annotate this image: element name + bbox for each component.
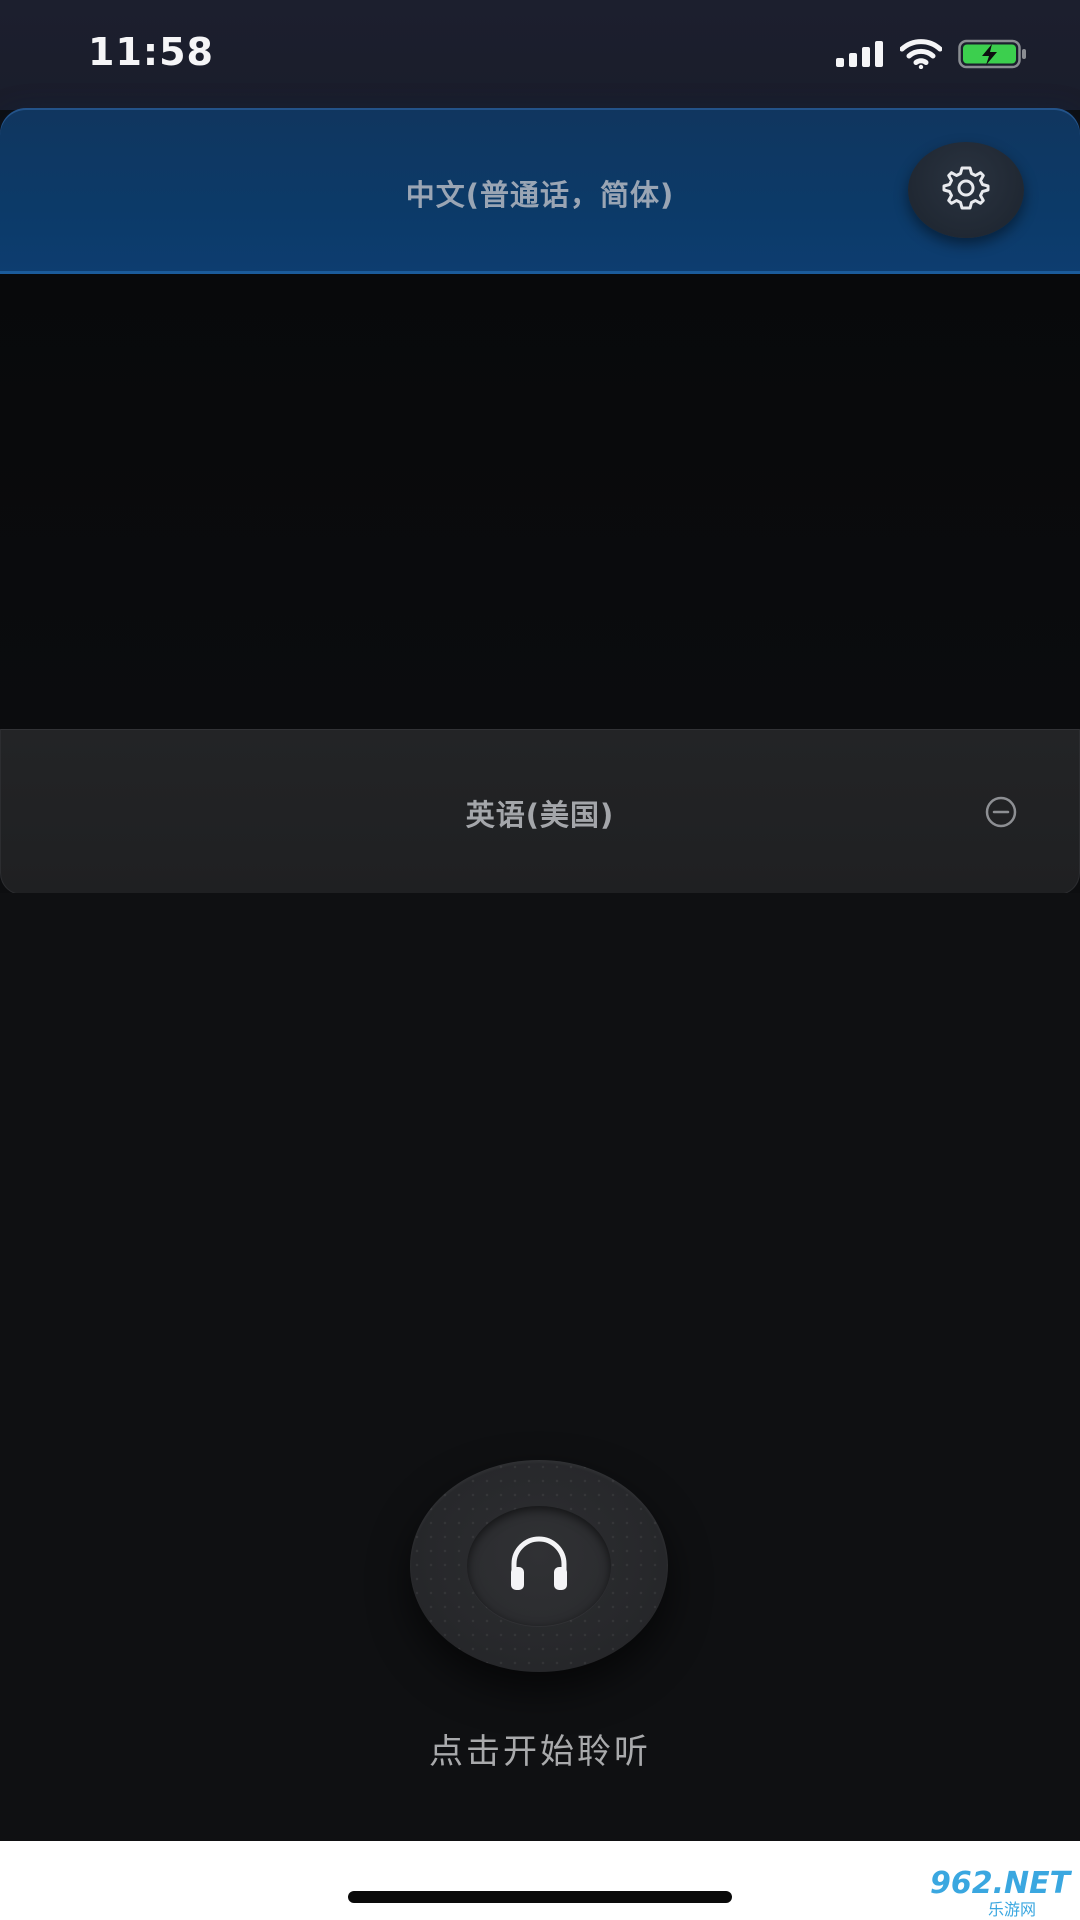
app-screen: 11:58 中文(普通话，简体) 英语(美国) 点击开始聆听 962.NET 乐… (0, 0, 1080, 1920)
gear-icon (942, 164, 990, 216)
start-listening-button[interactable] (410, 1460, 668, 1672)
listen-button-core[interactable] (467, 1506, 611, 1626)
minus-circle-icon (985, 796, 1017, 832)
listen-caption: 点击开始聆听 (429, 1732, 651, 1772)
target-language-label[interactable]: 英语(美国) (1, 792, 1079, 834)
home-indicator-area (0, 1841, 1080, 1920)
watermark-logo: 962.NET 乐游网 (926, 1864, 1076, 1919)
source-language-header[interactable]: 中文(普通话，简体) (0, 108, 1080, 274)
status-bar: 11:58 (0, 0, 1080, 110)
headphones-icon (506, 1536, 572, 1596)
translation-area (0, 893, 1080, 1841)
target-language-bar[interactable]: 英语(美国) (0, 729, 1080, 895)
battery-charging-icon (958, 38, 1028, 74)
signal-icon (836, 41, 884, 71)
wifi-icon (899, 39, 943, 73)
settings-button[interactable] (908, 142, 1024, 238)
status-time: 11:58 (88, 30, 214, 74)
status-icons (836, 38, 1028, 74)
source-transcript-area (0, 274, 1080, 729)
watermark-sub: 乐游网 (988, 1900, 1037, 1919)
remove-language-button[interactable] (985, 796, 1017, 828)
home-indicator[interactable] (348, 1891, 732, 1903)
